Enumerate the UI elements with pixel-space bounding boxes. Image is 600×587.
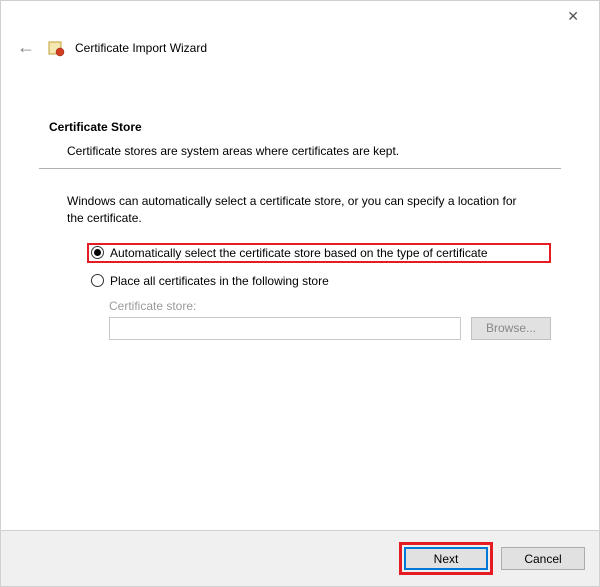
radio-checked-icon xyxy=(91,246,104,259)
footer: Next Cancel xyxy=(1,530,599,586)
store-row: Browse... xyxy=(109,317,551,340)
certificate-store-input xyxy=(109,317,461,340)
page-subtext: Certificate stores are system areas wher… xyxy=(67,144,551,158)
radio-unchecked-icon xyxy=(91,274,104,287)
store-label: Certificate store: xyxy=(109,299,551,313)
page-heading: Certificate Store xyxy=(49,120,551,134)
titlebar: ✕ xyxy=(1,1,599,31)
cancel-button[interactable]: Cancel xyxy=(501,547,585,570)
back-arrow-icon[interactable]: ← xyxy=(15,35,37,60)
next-button[interactable]: Next xyxy=(404,547,488,570)
wizard-title: Certificate Import Wizard xyxy=(75,41,207,55)
radio-group: Automatically select the certificate sto… xyxy=(87,243,551,291)
wizard-window: ✕ ← Certificate Import Wizard Certificat… xyxy=(0,0,600,587)
divider xyxy=(39,168,561,169)
browse-button: Browse... xyxy=(471,317,551,340)
radio-auto-label: Automatically select the certificate sto… xyxy=(110,246,488,260)
close-icon[interactable]: ✕ xyxy=(559,4,587,29)
content-area: Certificate Store Certificate stores are… xyxy=(1,70,599,530)
header: ← Certificate Import Wizard xyxy=(1,31,599,70)
instruction-text: Windows can automatically select a certi… xyxy=(67,193,533,227)
next-button-highlight: Next xyxy=(399,542,493,575)
certificate-wizard-icon xyxy=(47,39,65,57)
store-section: Certificate store: Browse... xyxy=(109,299,551,340)
radio-auto-select[interactable]: Automatically select the certificate sto… xyxy=(87,243,551,263)
radio-manual-label: Place all certificates in the following … xyxy=(110,274,329,288)
radio-manual-select[interactable]: Place all certificates in the following … xyxy=(87,271,551,291)
